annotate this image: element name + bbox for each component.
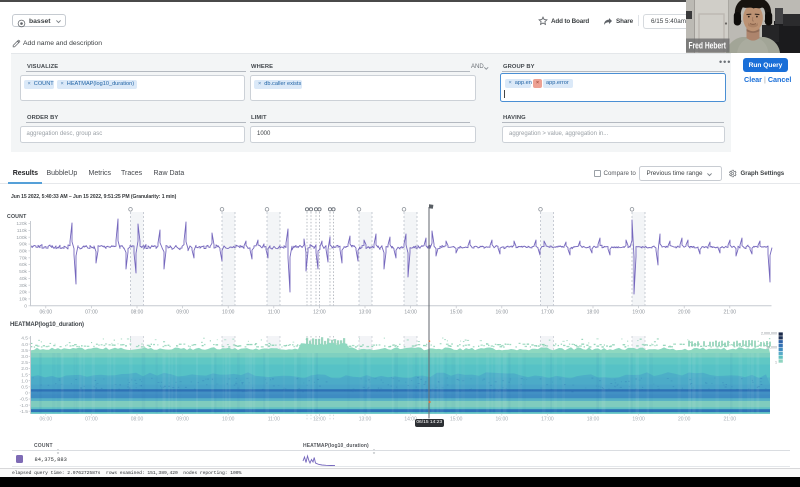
svg-text:40k: 40k [19, 276, 27, 282]
svg-text:90k: 90k [19, 242, 27, 248]
svg-text:110k: 110k [17, 228, 28, 234]
svg-text:18:00: 18:00 [587, 310, 600, 316]
svg-text:-1.5: -1.5 [20, 409, 29, 415]
svg-text:19:00: 19:00 [632, 417, 645, 423]
svg-text:16:00: 16:00 [496, 310, 509, 316]
svg-text:15:00: 15:00 [450, 417, 463, 423]
svg-text:0.5: 0.5 [21, 385, 28, 391]
svg-text:09:00: 09:00 [176, 417, 189, 423]
svg-text:18:00: 18:00 [587, 417, 600, 423]
svg-text:10k: 10k [19, 297, 27, 303]
svg-text:12:00: 12:00 [313, 310, 326, 316]
svg-text:50k: 50k [19, 269, 27, 275]
svg-text:06:00: 06:00 [40, 310, 53, 316]
svg-text:13:00: 13:00 [359, 310, 372, 316]
svg-text:0: 0 [24, 303, 27, 309]
svg-text:-1.0: -1.0 [20, 403, 29, 409]
svg-text:20k: 20k [19, 290, 27, 296]
svg-text:11:00: 11:00 [268, 310, 280, 316]
svg-text:70k: 70k [19, 255, 27, 261]
svg-text:06:00: 06:00 [40, 417, 53, 423]
svg-text:10,000: 10,000 [766, 346, 777, 350]
svg-text:15:00: 15:00 [450, 310, 463, 316]
svg-text:13:00: 13:00 [359, 417, 372, 423]
svg-text:2.5: 2.5 [21, 360, 28, 366]
svg-text:10:00: 10:00 [222, 310, 235, 316]
svg-text:1.5: 1.5 [21, 372, 28, 378]
svg-text:17:00: 17:00 [541, 310, 554, 316]
svg-text:07:00: 07:00 [85, 417, 98, 423]
svg-text:60k: 60k [19, 262, 27, 268]
svg-text:4.0: 4.0 [21, 342, 28, 348]
svg-text:2,000,000: 2,000,000 [761, 332, 777, 336]
svg-text:09:00: 09:00 [176, 310, 189, 316]
svg-text:100k: 100k [16, 235, 27, 241]
svg-text:2.0: 2.0 [21, 366, 28, 372]
svg-text:120k: 120k [16, 221, 27, 227]
svg-text:1.0: 1.0 [21, 378, 28, 384]
svg-text:30k: 30k [19, 283, 27, 289]
svg-text:12:00: 12:00 [313, 417, 326, 423]
svg-text:Fred Hebert: Fred Hebert [689, 41, 727, 51]
svg-text:08:00: 08:00 [131, 310, 144, 316]
svg-text:1: 1 [775, 360, 777, 364]
svg-text:17:00: 17:00 [541, 417, 554, 423]
svg-text:10:00: 10:00 [222, 417, 235, 423]
svg-text:21:00: 21:00 [724, 417, 737, 423]
svg-text:0: 0 [25, 391, 28, 397]
svg-text:08:00: 08:00 [131, 417, 144, 423]
svg-text:20:00: 20:00 [678, 310, 691, 316]
svg-text:3.0: 3.0 [21, 354, 28, 360]
svg-text:-0.5: -0.5 [20, 397, 29, 403]
svg-text:07:00: 07:00 [85, 310, 98, 316]
svg-text:20:00: 20:00 [678, 417, 691, 423]
svg-text:14:00: 14:00 [404, 310, 417, 316]
svg-text:21:00: 21:00 [724, 310, 737, 316]
svg-text:80k: 80k [19, 249, 27, 255]
svg-text:3.5: 3.5 [21, 348, 28, 354]
svg-text:16:00: 16:00 [496, 417, 509, 423]
svg-text:4.5: 4.5 [21, 336, 28, 342]
svg-text:11:00: 11:00 [268, 417, 280, 423]
svg-text:19:00: 19:00 [632, 310, 645, 316]
